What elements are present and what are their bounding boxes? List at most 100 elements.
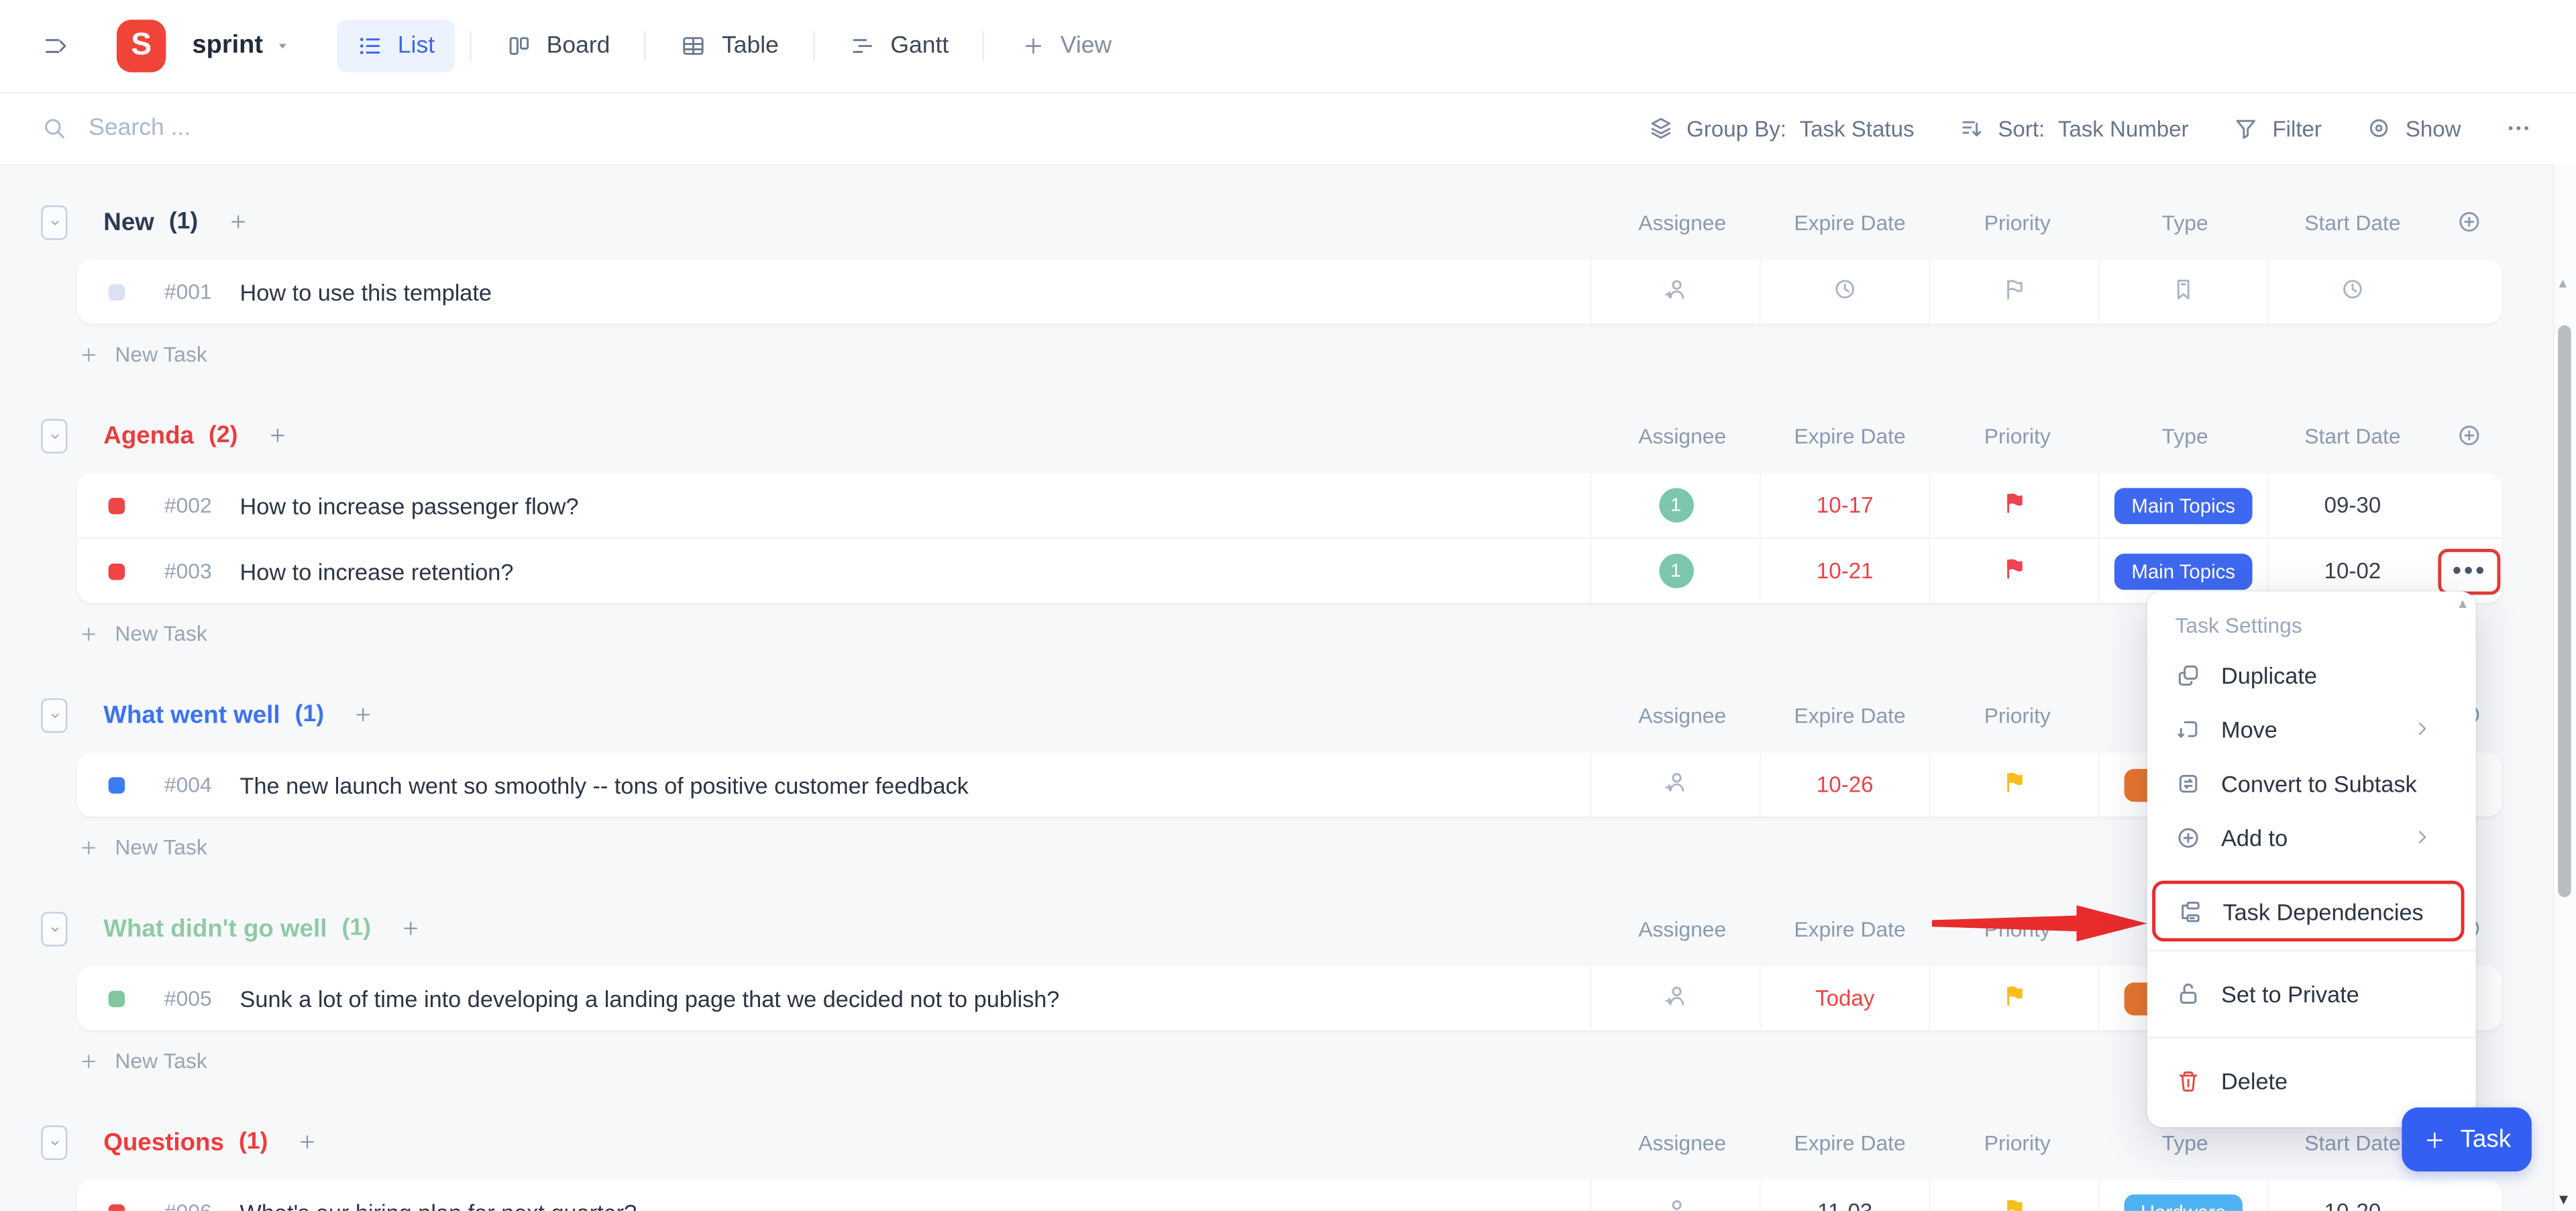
scrollbar-thumb[interactable] (2558, 325, 2571, 898)
show-control[interactable]: Show (2366, 115, 2461, 141)
tab-list[interactable]: List (337, 19, 455, 72)
start-date-value[interactable]: 10-02 (2324, 559, 2381, 584)
search-input[interactable] (85, 113, 618, 144)
tab-table[interactable]: Table (661, 19, 798, 72)
menu-item-task-dependencies[interactable]: Task Dependencies (2152, 880, 2465, 942)
type-badge[interactable]: Main Topics (2114, 553, 2252, 589)
menu-item-convert-to-subtask[interactable]: Convert to Subtask (2147, 756, 2476, 810)
assignee-add-icon[interactable] (1662, 1196, 1688, 1211)
type-icon[interactable] (2170, 276, 2196, 302)
group-add-task-icon[interactable] (297, 1132, 317, 1151)
expire-date-value[interactable]: 11-03 (1817, 1200, 1872, 1211)
assignee-cell[interactable]: 1 (1590, 539, 1760, 603)
expire-date-cell[interactable]: 10-21 (1759, 539, 1929, 603)
expire-date-cell[interactable] (1759, 259, 1929, 324)
sort-control[interactable]: Sort: Task Number (1959, 115, 2189, 141)
add-view-button[interactable]: View (1022, 33, 1112, 59)
collapse-group-checkbox[interactable] (41, 204, 68, 240)
task-more-button[interactable]: ●●● (2438, 547, 2501, 594)
menu-item-duplicate[interactable]: Duplicate (2147, 647, 2476, 702)
new-task-button[interactable]: New Task (79, 323, 2576, 384)
expire-date-cell[interactable]: 11-03 (1759, 1179, 1929, 1211)
priority-flag-icon[interactable] (2001, 490, 2027, 521)
tab-board[interactable]: Board (486, 19, 630, 72)
group-title[interactable]: Agenda (103, 421, 194, 450)
group-by-control[interactable]: Group By: Task Status (1647, 115, 1914, 141)
status-dot[interactable] (108, 1203, 125, 1211)
start-date-value[interactable]: 09-30 (2324, 493, 2381, 518)
menu-item-set-to-private[interactable]: Set to Private (2147, 958, 2476, 1031)
assignee-cell[interactable] (1590, 966, 1760, 1031)
task-title[interactable]: Sunk a lot of time into developing a lan… (240, 985, 1591, 1011)
type-cell[interactable]: Main Topics (2098, 473, 2267, 537)
assignee-cell[interactable] (1590, 752, 1760, 817)
priority-flag-icon[interactable] (2001, 1196, 2027, 1211)
priority-flag-icon[interactable] (2001, 556, 2027, 587)
task-row[interactable]: #005 Sunk a lot of time into developing … (77, 966, 2502, 1031)
more-options-button[interactable] (2506, 115, 2532, 141)
menu-item-move[interactable]: Move (2147, 702, 2476, 756)
start-date-value[interactable]: 10-20 (2324, 1200, 2381, 1211)
collapse-group-checkbox[interactable] (41, 910, 68, 946)
group-add-task-icon[interactable] (227, 212, 247, 231)
start-date-cell[interactable]: 10-20 (2267, 1179, 2436, 1211)
task-title[interactable]: What's our hiring plan for next quarter? (240, 1199, 1591, 1211)
task-row[interactable]: #004 The new launch went so smoothly -- … (77, 752, 2502, 817)
expire-date-value[interactable]: 10-17 (1817, 493, 1874, 518)
task-title[interactable]: How to increase passenger flow? (240, 492, 1591, 518)
assignee-avatar[interactable]: 1 (1658, 554, 1693, 588)
priority-flag-icon[interactable] (2001, 769, 2027, 800)
menu-item-delete[interactable]: Delete (2147, 1045, 2476, 1118)
priority-cell[interactable] (1929, 473, 2098, 537)
status-dot[interactable] (108, 283, 125, 300)
scrollbar-up-icon[interactable]: ▲ (2557, 276, 2569, 291)
row-more-cell[interactable] (2436, 473, 2502, 537)
start-date-icon[interactable] (2339, 276, 2365, 302)
priority-flag-icon[interactable] (2001, 276, 2027, 302)
start-date-cell[interactable] (2267, 259, 2436, 324)
group-title[interactable]: Questions (103, 1128, 224, 1156)
group-title[interactable]: New (103, 208, 154, 236)
workspace-name[interactable]: sprint (193, 32, 263, 61)
task-row[interactable]: #002 How to increase passenger flow? 1 1… (77, 473, 2502, 537)
menu-item-add-to[interactable]: Add to (2147, 810, 2476, 864)
assignee-cell[interactable] (1590, 1179, 1760, 1211)
expire-date-icon[interactable] (1832, 276, 1858, 302)
expire-date-cell[interactable]: 10-26 (1759, 752, 1929, 817)
tab-gantt[interactable]: Gantt (830, 19, 969, 72)
expire-date-value[interactable]: Today (1815, 986, 1874, 1010)
task-title[interactable]: How to increase retention? (240, 558, 1591, 584)
row-more-cell[interactable] (2436, 260, 2502, 324)
menu-scroll-up-icon[interactable]: ▲ (2456, 597, 2469, 611)
group-add-task-icon[interactable] (400, 918, 420, 938)
status-dot[interactable] (108, 562, 125, 580)
task-title[interactable]: The new launch went so smoothly -- tons … (240, 772, 1591, 798)
type-cell[interactable]: Hardware (2098, 1179, 2267, 1211)
status-dot[interactable] (108, 496, 125, 514)
assignee-add-icon[interactable] (1662, 769, 1688, 795)
group-add-task-icon[interactable] (354, 705, 373, 725)
priority-cell[interactable] (1929, 1179, 2098, 1211)
priority-flag-icon[interactable] (2001, 982, 2027, 1014)
task-title[interactable]: How to use this template (240, 278, 1591, 305)
task-row[interactable]: #003 How to increase retention? 1 10-21 … (77, 537, 2502, 603)
status-dot[interactable] (108, 776, 125, 793)
group-add-task-icon[interactable] (268, 425, 287, 445)
add-task-button[interactable]: Task (2402, 1107, 2532, 1172)
priority-cell[interactable] (1929, 752, 2098, 817)
group-title[interactable]: What went well (103, 700, 280, 729)
priority-cell[interactable] (1929, 539, 2098, 603)
priority-cell[interactable] (1929, 966, 2098, 1031)
type-cell[interactable] (2098, 259, 2267, 324)
assignee-cell[interactable] (1590, 259, 1760, 324)
assignee-avatar[interactable]: 1 (1658, 488, 1693, 523)
expire-date-cell[interactable]: 10-17 (1759, 473, 1929, 537)
collapse-group-checkbox[interactable] (41, 1124, 68, 1159)
assignee-add-icon[interactable] (1662, 982, 1688, 1008)
collapse-group-checkbox[interactable] (41, 418, 68, 453)
group-title[interactable]: What didn't go well (103, 914, 327, 943)
start-date-cell[interactable]: 09-30 (2267, 473, 2436, 537)
expire-date-cell[interactable]: Today (1759, 966, 1929, 1031)
assignee-cell[interactable]: 1 (1590, 473, 1760, 537)
status-dot[interactable] (108, 990, 125, 1007)
